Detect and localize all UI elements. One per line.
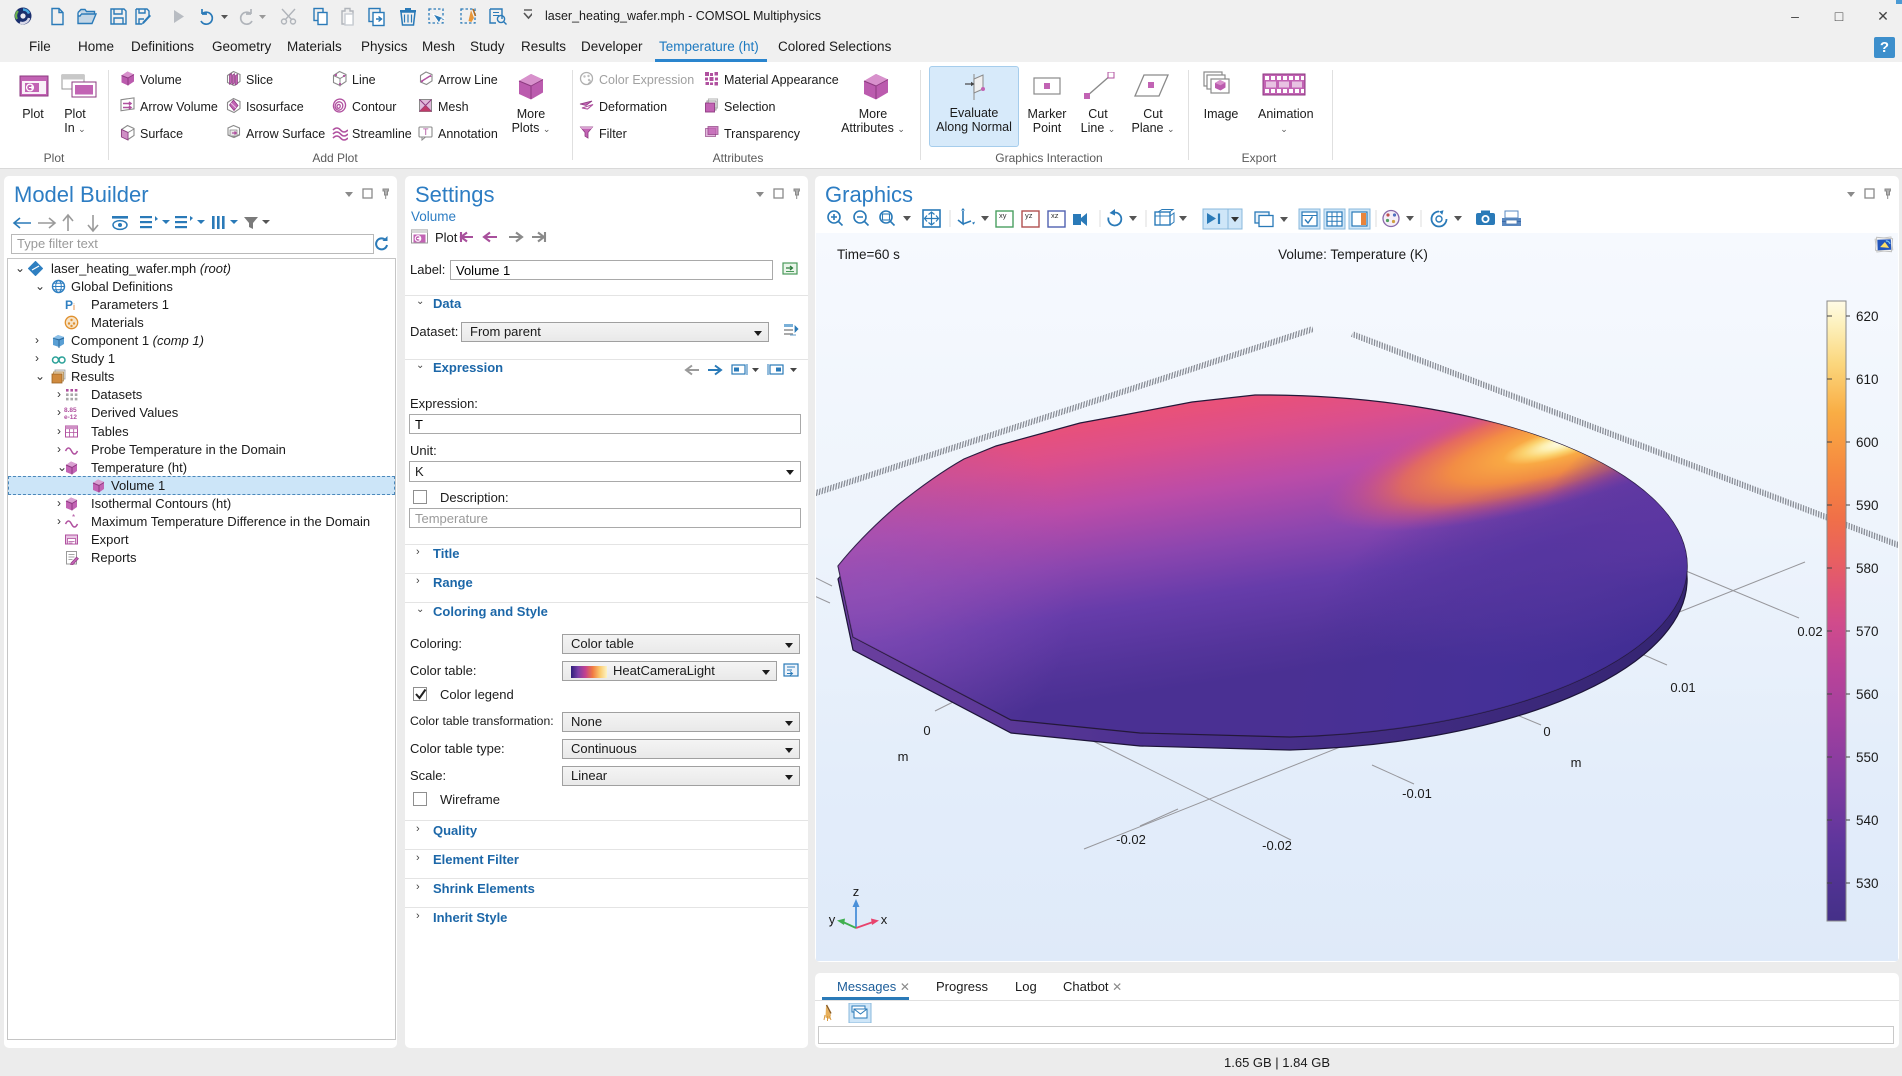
svg-text:y: y [829, 912, 836, 927]
svg-text:i: i [73, 302, 75, 312]
svg-text:-0.02: -0.02 [1116, 832, 1146, 847]
svg-text:z: z [853, 884, 860, 899]
svg-text:550: 550 [1856, 750, 1879, 765]
svg-text:*: * [72, 514, 75, 522]
svg-text:-0.02: -0.02 [1262, 838, 1292, 853]
svg-text:570: 570 [1856, 624, 1879, 639]
svg-text:610: 610 [1856, 372, 1879, 387]
svg-text:530: 530 [1856, 876, 1879, 891]
svg-text:0.01: 0.01 [1670, 680, 1695, 695]
svg-text:m: m [898, 749, 909, 764]
svg-text:620: 620 [1856, 309, 1879, 324]
svg-text:Time=60 s: Time=60 s [837, 247, 900, 262]
svg-text:590: 590 [1856, 498, 1879, 513]
svg-text:m: m [1571, 755, 1582, 770]
svg-text:Volume: Temperature (K): Volume: Temperature (K) [1278, 247, 1428, 262]
svg-text:xy: xy [999, 211, 1007, 220]
svg-text:600: 600 [1856, 435, 1879, 450]
svg-text:x: x [881, 912, 888, 927]
svg-text:T: T [423, 127, 429, 137]
svg-text:xz: xz [1051, 211, 1059, 220]
svg-text:560: 560 [1856, 687, 1879, 702]
svg-text:e-12: e-12 [64, 414, 77, 420]
svg-text:yz: yz [1025, 211, 1033, 220]
svg-text:580: 580 [1856, 561, 1879, 576]
svg-text:540: 540 [1856, 813, 1879, 828]
svg-text:0.02: 0.02 [1797, 624, 1822, 639]
svg-text:-0.01: -0.01 [1402, 786, 1432, 801]
svg-text:P: P [65, 298, 73, 312]
svg-text:0: 0 [923, 723, 930, 738]
svg-text:0: 0 [1543, 724, 1550, 739]
svg-text:8.85: 8.85 [64, 407, 77, 414]
